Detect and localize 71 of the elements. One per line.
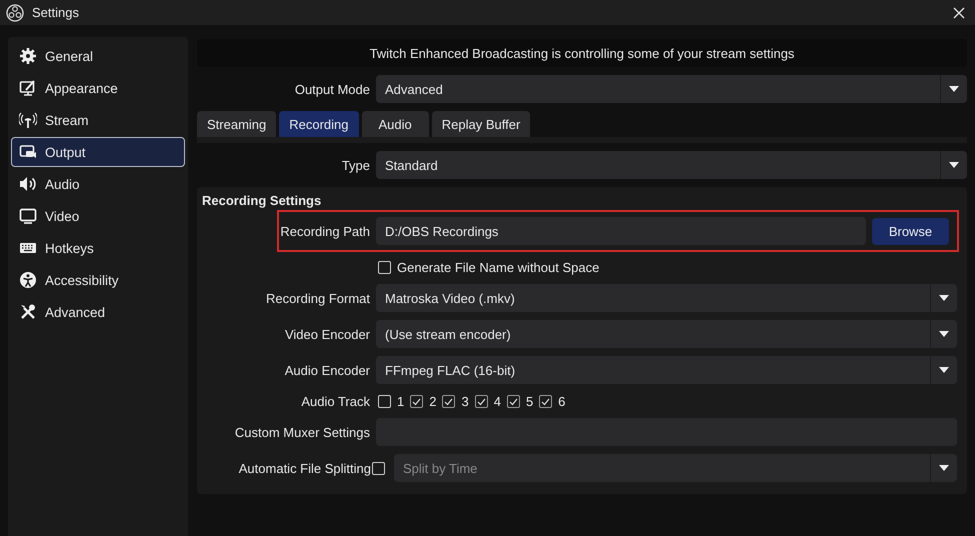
output-icon [19,143,37,161]
checkbox-label: 3 [461,394,469,408]
sidebar-label: Accessibility [45,272,119,288]
sidebar-item[interactable]: Video [11,201,185,231]
appearance-icon [19,79,37,97]
close-icon[interactable] [953,6,965,18]
checkbox-label: 5 [526,394,534,408]
checkbox[interactable] [539,394,552,408]
browse-button[interactable]: Browse [872,218,949,244]
field-label: Output Mode [294,82,371,96]
dropdown-arrow-icon [939,465,949,471]
path-field[interactable]: D:/OBS Recordings [376,217,866,245]
field-label: Video Encoder [284,326,371,342]
field-label: Type [340,158,371,172]
sidebar-item[interactable]: Audio [11,169,185,199]
checkbox[interactable] [506,394,520,408]
dropdown-arrow-icon [949,162,959,168]
output-mode-dropdown[interactable]: Advanced [376,75,967,103]
sidebar-item[interactable]: Hotkeys [11,233,185,263]
sidebar-label: Appearance [45,80,118,96]
checkbox[interactable] [442,394,456,408]
dropdown[interactable]: Matroska Video (.mkv) [376,284,957,312]
sidebar-item[interactable]: General [11,41,185,71]
sidebar-label: Stream [45,112,89,128]
sidebar-label: Advanced [45,304,106,320]
tools-icon [19,303,37,321]
tab[interactable]: Replay Buffer [432,111,530,137]
sidebar-item[interactable]: Appearance [11,73,185,103]
field-label: Audio Encoder [284,362,371,378]
monitor-icon [19,207,37,225]
gear-icon [19,47,37,65]
dropdown-arrow-icon [939,295,949,301]
antenna-icon [19,111,37,129]
checkbox[interactable] [378,260,391,274]
sidebar-label: General [45,48,94,64]
tab[interactable]: Audio [362,111,429,137]
logo-icon [6,4,24,22]
checkbox[interactable] [474,394,488,408]
checkbox-label: 2 [429,394,436,408]
checkbox-label: 4 [494,394,501,408]
sidebar-item[interactable]: Output [11,137,185,167]
checkbox-label: Generate File Name without Space [397,260,600,274]
tab[interactable]: Recording [279,111,359,137]
window-title: Settings [32,5,80,20]
sidebar-label: Output [45,144,86,160]
sidebar-label: Hotkeys [45,240,94,256]
checkbox-label: 1 [397,394,404,408]
dropdown[interactable]: FFmpeg FLAC (16-bit) [376,356,957,384]
sidebar-item[interactable]: Stream [11,105,185,135]
field-label: Automatic File Splitting [238,460,371,476]
sidebar-item[interactable]: Advanced [11,297,185,327]
tab[interactable]: Streaming [197,111,276,137]
field-label: Recording Path [279,224,371,238]
checkbox[interactable] [410,394,424,408]
sidebar-label: Video [45,208,80,224]
dropdown-arrow-icon [939,331,949,337]
sidebar-item[interactable]: Accessibility [11,265,185,295]
field-label: Audio Track [300,394,371,408]
checkbox-label: 6 [558,394,566,408]
field-label: Recording Format [264,290,371,306]
dropdown[interactable]: (Use stream encoder) [376,320,957,348]
dropdown-arrow-icon [949,86,959,92]
sidebar-label: Audio [45,176,80,192]
person-icon [19,271,37,289]
checkbox[interactable] [378,394,391,408]
dropdown-arrow-icon [939,367,949,373]
field-label: Custom Muxer Settings [234,424,371,440]
speaker-icon [19,175,37,193]
type-dropdown[interactable]: Standard [376,151,967,179]
section-title: Recording Settings [201,193,322,208]
info-banner: Twitch Enhanced Broadcasting is controlling some of your stream settings [197,39,967,67]
